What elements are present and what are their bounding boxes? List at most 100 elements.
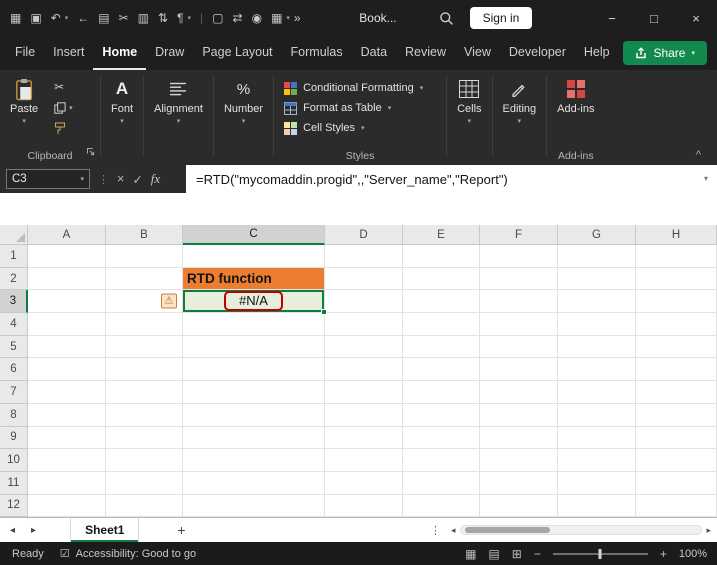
cell-D2[interactable] xyxy=(325,268,403,291)
cell-B12[interactable] xyxy=(106,495,183,517)
cell-B3[interactable]: ⚠ xyxy=(106,290,183,313)
row-header-7[interactable]: 7 xyxy=(0,381,28,404)
formula-input[interactable]: =RTD("mycomaddin.progid",,"Server_name",… xyxy=(186,165,717,211)
app-launcher-icon[interactable]: ▦ xyxy=(10,12,21,24)
row-header-3[interactable]: 3 xyxy=(0,290,28,313)
cell-G10[interactable] xyxy=(558,449,636,472)
cell-B5[interactable] xyxy=(106,336,183,359)
scrollbar-thumb[interactable] xyxy=(465,527,550,533)
cell-G8[interactable] xyxy=(558,404,636,427)
cell-G12[interactable] xyxy=(558,495,636,517)
cell-H11[interactable] xyxy=(636,472,717,495)
font-button[interactable]: A Font ▾ xyxy=(101,75,143,125)
cell-E3[interactable] xyxy=(403,290,480,313)
menu-tab-draw[interactable]: Draw xyxy=(146,36,193,70)
format-as-table-button[interactable]: Format as Table ▾ xyxy=(284,98,436,118)
cell-E1[interactable] xyxy=(403,245,480,268)
switch-windows-icon[interactable]: ⇄ xyxy=(233,12,243,24)
select-all-button[interactable] xyxy=(0,225,28,245)
column-header-b[interactable]: B xyxy=(106,225,183,245)
cell-B1[interactable] xyxy=(106,245,183,268)
cell-A8[interactable] xyxy=(28,404,106,427)
cell-C12[interactable] xyxy=(183,495,325,517)
cell-H12[interactable] xyxy=(636,495,717,517)
cell-G6[interactable] xyxy=(558,358,636,381)
menu-tab-file[interactable]: File xyxy=(6,36,44,70)
collapse-ribbon-button[interactable]: ^ xyxy=(696,149,701,161)
normal-view-button[interactable]: ▦ xyxy=(465,547,476,561)
picture-icon[interactable]: ▥ xyxy=(138,12,149,24)
cell-D9[interactable] xyxy=(325,427,403,450)
zoom-in-button[interactable]: + xyxy=(660,547,667,561)
table-icon[interactable]: ▦ xyxy=(271,12,282,24)
dropdown-chevron-icon[interactable]: ▾ xyxy=(286,14,290,22)
cell-C11[interactable] xyxy=(183,472,325,495)
scrollbar-track[interactable] xyxy=(460,525,703,535)
cell-B9[interactable] xyxy=(106,427,183,450)
cell-H5[interactable] xyxy=(636,336,717,359)
menu-tab-view[interactable]: View xyxy=(455,36,500,70)
cell-G4[interactable] xyxy=(558,313,636,336)
addins-button[interactable]: Add-ins xyxy=(547,75,604,115)
fill-handle[interactable] xyxy=(321,309,327,315)
minimize-button[interactable]: − xyxy=(591,11,633,26)
row-header-11[interactable]: 11 xyxy=(0,472,28,495)
cell-B10[interactable] xyxy=(106,449,183,472)
cell-C2[interactable]: RTD function xyxy=(183,268,325,291)
cell-C7[interactable] xyxy=(183,381,325,404)
alignment-button[interactable]: Alignment ▾ xyxy=(144,75,213,125)
row-header-10[interactable]: 10 xyxy=(0,449,28,472)
cell-E12[interactable] xyxy=(403,495,480,517)
cell-D12[interactable] xyxy=(325,495,403,517)
cell-E7[interactable] xyxy=(403,381,480,404)
close-button[interactable]: × xyxy=(675,11,717,26)
cell-A4[interactable] xyxy=(28,313,106,336)
zoom-level[interactable]: 100% xyxy=(679,548,707,560)
cell-F11[interactable] xyxy=(480,472,558,495)
cell-H9[interactable] xyxy=(636,427,717,450)
cell-A2[interactable] xyxy=(28,268,106,291)
formula-bar-collapse-icon[interactable]: ▾ xyxy=(704,174,708,183)
cell-E8[interactable] xyxy=(403,404,480,427)
menu-tab-data[interactable]: Data xyxy=(352,36,396,70)
cell-G2[interactable] xyxy=(558,268,636,291)
cell-C3[interactable]: #N/A xyxy=(183,290,325,313)
row-header-5[interactable]: 5 xyxy=(0,336,28,359)
column-header-a[interactable]: A xyxy=(28,225,106,245)
cell-F12[interactable] xyxy=(480,495,558,517)
maximize-button[interactable]: □ xyxy=(633,11,675,26)
cell-D7[interactable] xyxy=(325,381,403,404)
row-header-4[interactable]: 4 xyxy=(0,313,28,336)
cell-A10[interactable] xyxy=(28,449,106,472)
cell-D4[interactable] xyxy=(325,313,403,336)
paragraph-marks-icon[interactable]: ¶ xyxy=(177,12,183,24)
camera-icon[interactable]: ◉ xyxy=(252,12,262,24)
share-button[interactable]: Share ▾ xyxy=(623,41,707,65)
cell-B8[interactable] xyxy=(106,404,183,427)
qat-overflow-button[interactable]: » xyxy=(294,11,301,25)
new-sheet-button[interactable]: + xyxy=(177,522,185,538)
cell-D1[interactable] xyxy=(325,245,403,268)
cell-D3[interactable] xyxy=(325,290,403,313)
page-break-preview-button[interactable]: ⊞ xyxy=(512,547,522,561)
enter-entry-button[interactable]: ✓ xyxy=(132,172,142,187)
cell-A3[interactable] xyxy=(28,290,106,313)
cell-E5[interactable] xyxy=(403,336,480,359)
zoom-slider[interactable] xyxy=(553,553,648,555)
cell-D11[interactable] xyxy=(325,472,403,495)
cells-button[interactable]: Cells ▾ xyxy=(447,75,491,125)
save-icon[interactable]: ▣ xyxy=(30,12,41,24)
dropdown-chevron-icon[interactable]: ▾ xyxy=(188,14,192,22)
cell-F3[interactable] xyxy=(480,290,558,313)
menu-tab-home[interactable]: Home xyxy=(93,36,146,70)
cell-A12[interactable] xyxy=(28,495,106,517)
menu-tab-page-layout[interactable]: Page Layout xyxy=(193,36,281,70)
cell-D8[interactable] xyxy=(325,404,403,427)
scroll-left-button[interactable]: ◂ xyxy=(451,525,456,536)
cell-A1[interactable] xyxy=(28,245,106,268)
cancel-entry-button[interactable]: × xyxy=(117,172,124,186)
number-button[interactable]: % Number ▾ xyxy=(214,75,273,125)
cell-E11[interactable] xyxy=(403,472,480,495)
cell-H6[interactable] xyxy=(636,358,717,381)
cell-D5[interactable] xyxy=(325,336,403,359)
